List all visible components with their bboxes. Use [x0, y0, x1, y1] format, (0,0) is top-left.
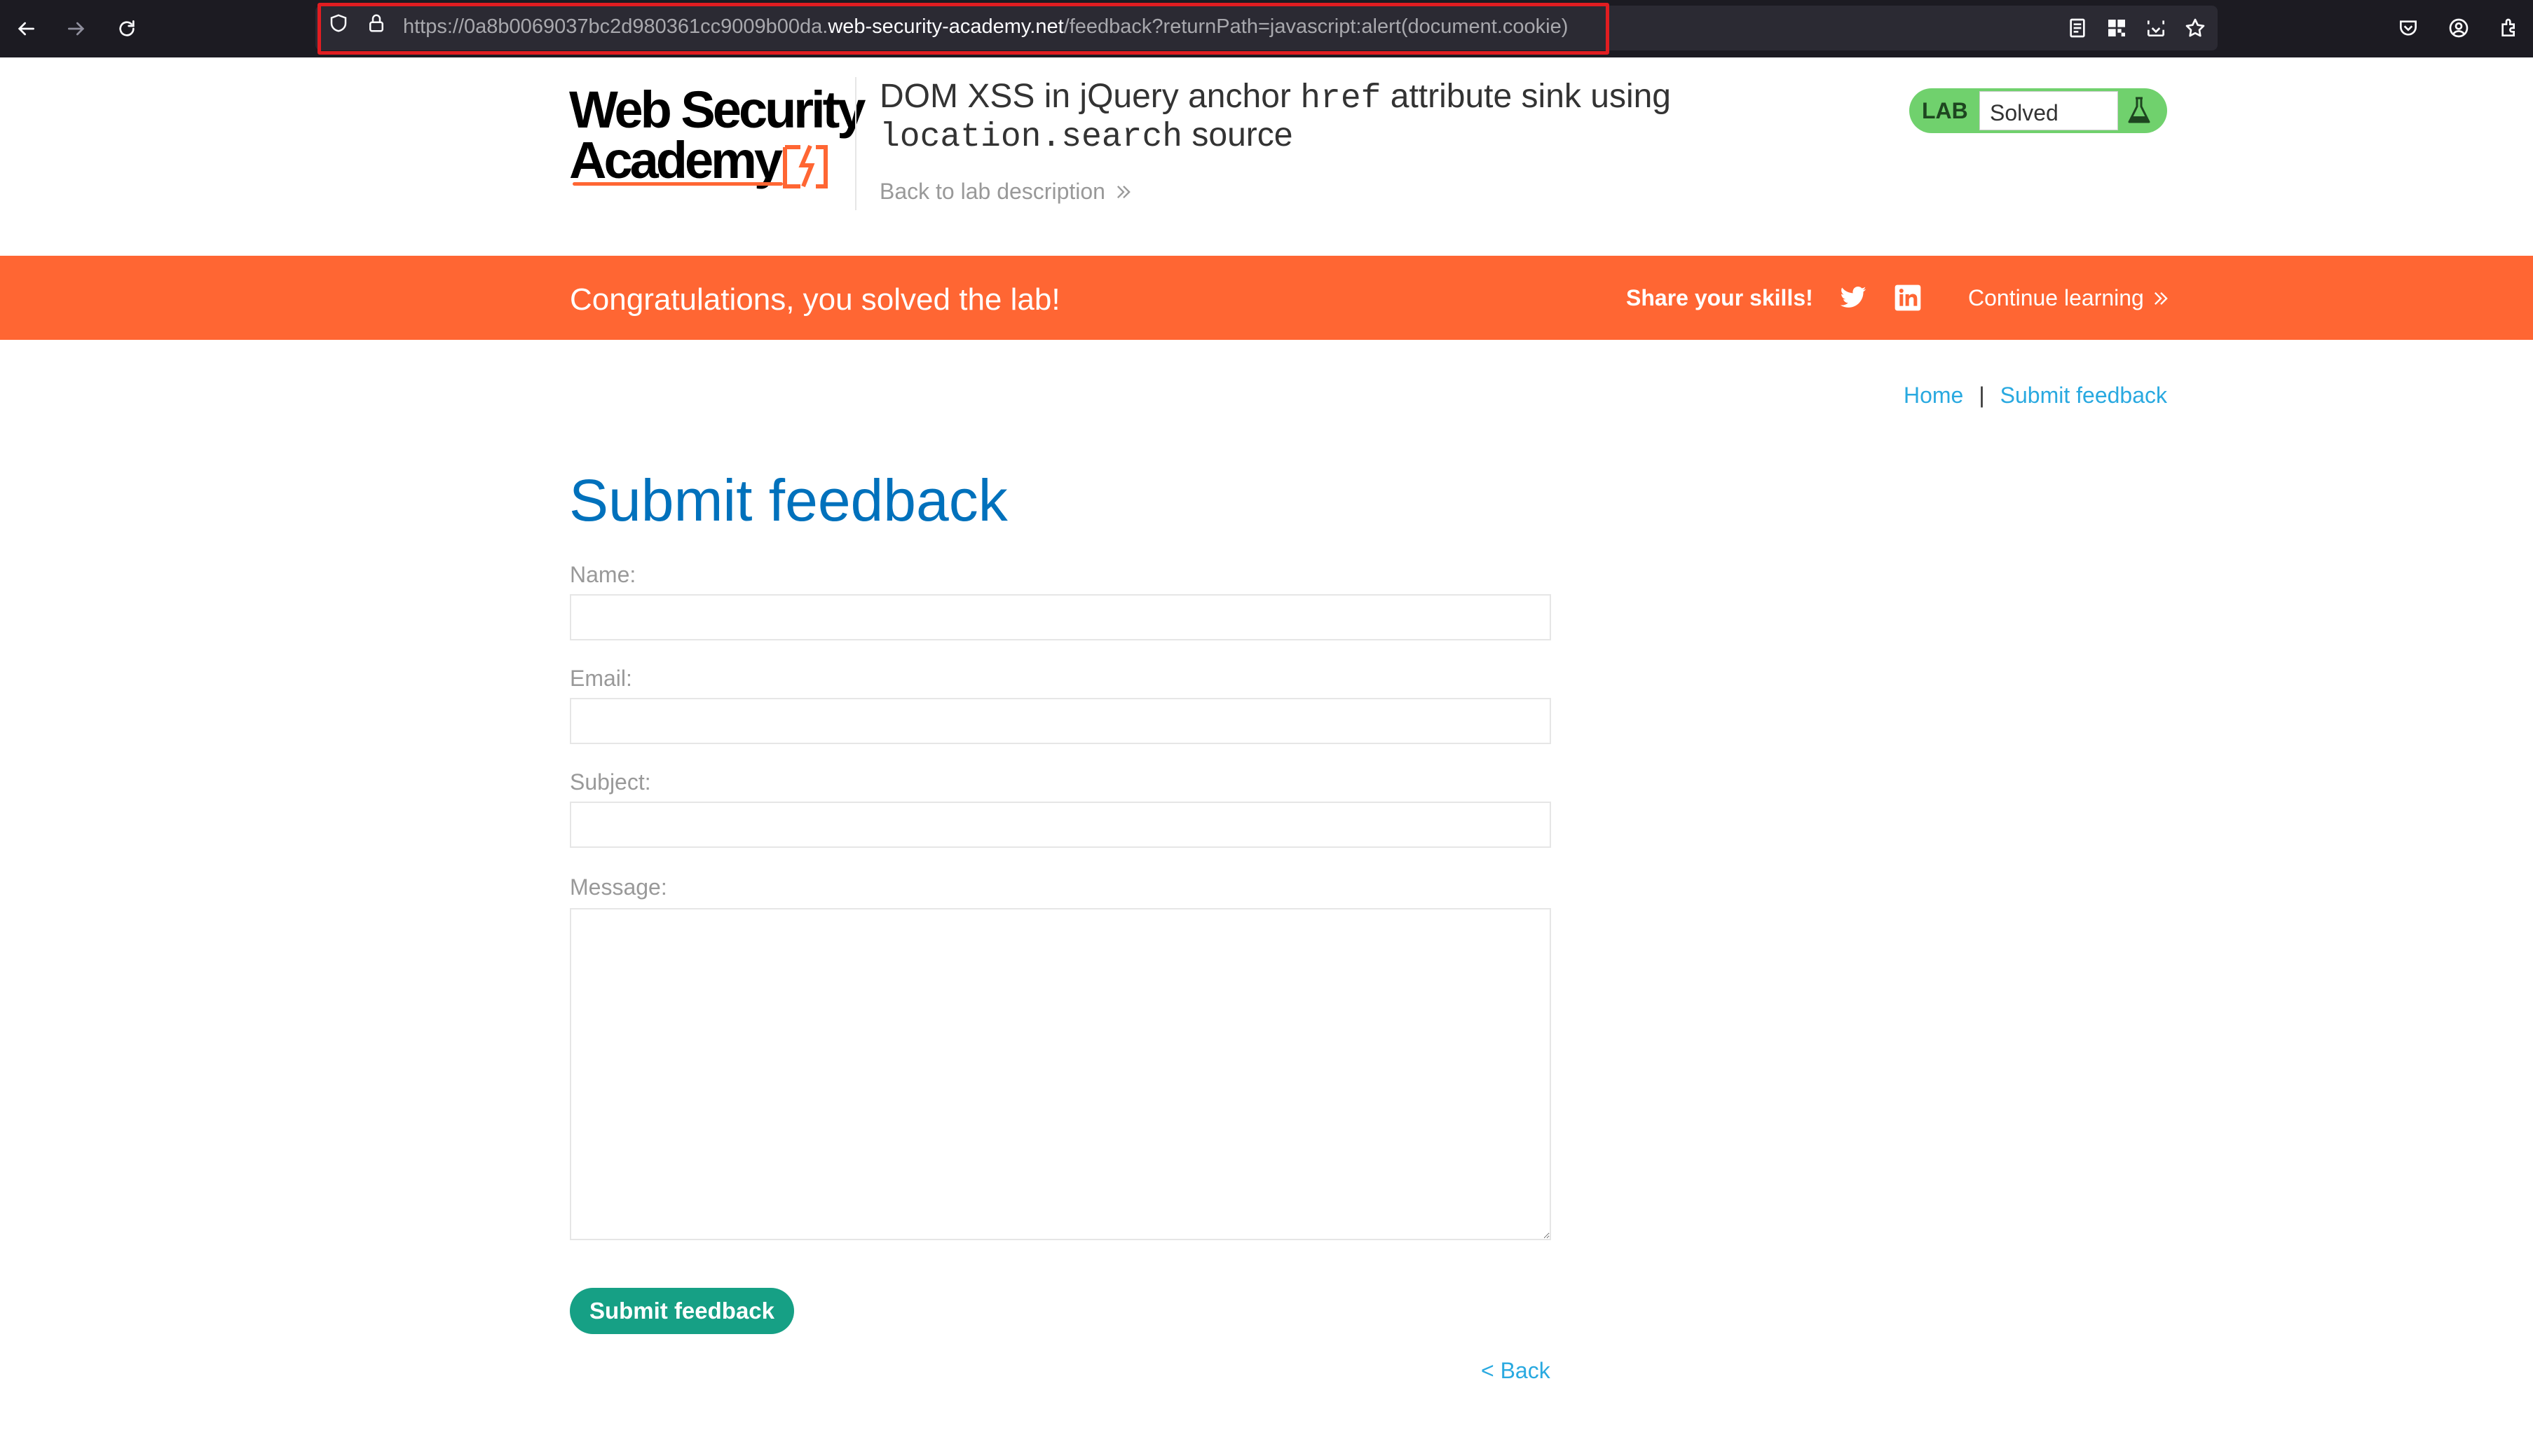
- breadcrumb-home-link[interactable]: Home: [1904, 383, 1963, 408]
- screenshot-icon[interactable]: [2143, 15, 2169, 41]
- lightning-mark-icon: [783, 144, 828, 188]
- lab-title-part2: attribute sink using: [1381, 78, 1671, 115]
- double-chevron-right-icon: [1117, 185, 1131, 198]
- back-to-lab-description-label: Back to lab description: [880, 179, 1105, 204]
- extensions-icon[interactable]: [2497, 15, 2522, 41]
- solved-banner: Congratulations, you solved the lab! Sha…: [0, 256, 2533, 340]
- submit-feedback-button[interactable]: Submit feedback: [570, 1288, 794, 1334]
- share-skills-label: Share your skills!: [1626, 285, 1813, 310]
- lab-title-code-href: href: [1300, 80, 1381, 118]
- back-arrow-icon[interactable]: [8, 11, 43, 46]
- url-suffix: /feedback?returnPath=javascript:alert(do…: [1063, 15, 1569, 38]
- lab-title-code-location: location.search: [880, 118, 1183, 156]
- browser-toolbar: https://0a8b0069037bc2d980361cc9009b00da…: [0, 0, 2533, 57]
- continue-learning-label: Continue learning: [1968, 285, 2144, 310]
- email-field[interactable]: [570, 698, 1551, 744]
- message-label: Message:: [570, 874, 667, 900]
- pocket-icon[interactable]: [2396, 15, 2421, 41]
- back-to-lab-description-link[interactable]: Back to lab description: [880, 179, 1133, 205]
- name-field[interactable]: [570, 594, 1551, 640]
- url-text[interactable]: https://0a8b0069037bc2d980361cc9009b00da…: [403, 15, 1568, 39]
- url-host: web-security-academy.net: [828, 15, 1064, 38]
- linkedin-icon[interactable]: [1894, 284, 1922, 312]
- continue-learning-link[interactable]: Continue learning: [1968, 285, 2171, 311]
- qr-code-icon[interactable]: [2104, 15, 2129, 41]
- congratulations-message: Congratulations, you solved the lab!: [570, 282, 1060, 317]
- account-icon[interactable]: [2446, 15, 2471, 41]
- logo-underline: [573, 182, 783, 186]
- lab-title-part1: DOM XSS in jQuery anchor: [880, 78, 1301, 115]
- forward-arrow-icon[interactable]: [59, 11, 94, 46]
- subject-label: Subject:: [570, 769, 651, 795]
- flask-icon: [2128, 97, 2150, 123]
- logo-text-line1: Web Security: [569, 81, 866, 139]
- web-security-academy-logo[interactable]: Web Security Academy: [569, 81, 866, 189]
- bookmark-star-icon[interactable]: [2183, 15, 2208, 41]
- back-link[interactable]: < Back: [1481, 1358, 1550, 1384]
- double-chevron-right-icon: [2154, 291, 2168, 305]
- lock-icon[interactable]: [366, 13, 387, 34]
- reader-view-icon[interactable]: [2065, 15, 2090, 41]
- twitter-icon[interactable]: [1838, 284, 1869, 312]
- lab-label: LAB: [1922, 98, 1968, 123]
- lab-status-box: Solved: [1979, 91, 2118, 130]
- lab-status-badge: LAB Solved: [1909, 88, 2167, 133]
- lab-title-part3: source: [1182, 116, 1293, 153]
- subject-field[interactable]: [570, 802, 1551, 848]
- lab-status-text: Solved: [1990, 100, 2059, 125]
- breadcrumb-separator: |: [1979, 383, 1985, 408]
- breadcrumb: Home | Submit feedback: [1904, 383, 2167, 408]
- url-prefix: https://0a8b0069037bc2d980361cc9009b00da…: [403, 15, 828, 38]
- lab-title: DOM XSS in jQuery anchor href attribute …: [880, 78, 1791, 156]
- breadcrumb-submit-feedback-link[interactable]: Submit feedback: [2000, 383, 2167, 408]
- shield-icon[interactable]: [328, 13, 349, 34]
- name-label: Name:: [570, 562, 636, 587]
- message-textarea[interactable]: [570, 908, 1551, 1240]
- reload-icon[interactable]: [109, 11, 144, 46]
- page-title: Submit feedback: [569, 467, 1008, 533]
- email-label: Email:: [570, 666, 632, 691]
- header-divider: [855, 77, 856, 210]
- logo-text-line2: Academy: [569, 131, 783, 189]
